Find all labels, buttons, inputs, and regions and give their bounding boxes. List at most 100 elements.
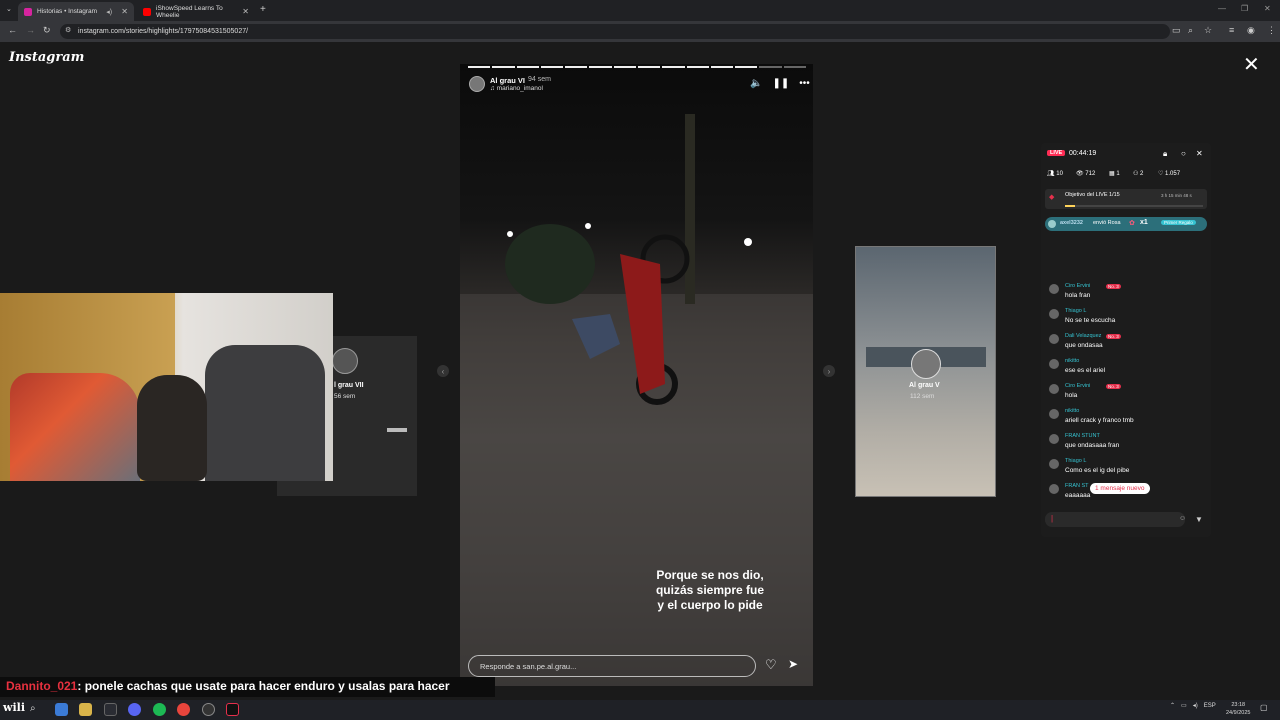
spotify-icon[interactable] bbox=[153, 703, 166, 716]
dirt-bike bbox=[10, 373, 140, 481]
tab-instagram[interactable]: Historias • Instagram ◂) ✕ bbox=[18, 2, 134, 21]
pause-icon[interactable]: ❚❚ bbox=[772, 78, 789, 89]
zoom-icon[interactable]: ⌕ bbox=[1188, 25, 1193, 36]
speaker-icon[interactable]: 🔈 bbox=[750, 78, 762, 89]
copilot-icon[interactable] bbox=[55, 703, 68, 716]
story-progress-segment bbox=[783, 66, 806, 68]
tab-youtube[interactable]: iShowSpeed Learns To Wheelie ✕ bbox=[137, 2, 255, 21]
story-progress-bars bbox=[468, 66, 806, 68]
shares-count: ⚇ 2 bbox=[1133, 171, 1144, 177]
close-tab-icon[interactable]: ✕ bbox=[242, 7, 249, 16]
cast-icon[interactable]: ▭ bbox=[1172, 25, 1181, 36]
settings-icon[interactable]: ○ bbox=[1181, 149, 1186, 158]
chat-avatar[interactable] bbox=[1049, 284, 1059, 294]
chat-username[interactable]: nikitto bbox=[1065, 358, 1079, 364]
story-author-avatar[interactable] bbox=[469, 76, 485, 92]
tiktok-live-panel: LIVE 00:44:19 🔒︎ ○ ✕ 👥︎ 10 👁︎ 712 ▦ 1 ⚇ … bbox=[1041, 143, 1211, 537]
chat-username[interactable]: FRAN ST bbox=[1065, 483, 1089, 489]
forward-icon[interactable]: → bbox=[26, 25, 35, 35]
extensions-icon[interactable]: ≡ bbox=[1229, 25, 1234, 35]
profile-icon[interactable]: ◉ bbox=[1247, 25, 1255, 36]
chat-username[interactable]: Thiago L bbox=[1065, 458, 1086, 464]
tray-chevron-icon[interactable]: ⌃ bbox=[1170, 702, 1175, 709]
story-username[interactable]: Al grau VI bbox=[490, 76, 525, 85]
menu-icon[interactable]: ⋮ bbox=[1267, 25, 1276, 36]
discord-icon[interactable] bbox=[128, 703, 141, 716]
chat-avatar[interactable] bbox=[1049, 409, 1059, 419]
chat-username[interactable]: FRAN STUNT bbox=[1065, 433, 1100, 439]
streamer-webcam bbox=[0, 293, 333, 481]
send-icon[interactable]: ➤ bbox=[788, 657, 798, 671]
restore-icon[interactable]: ❐ bbox=[1241, 4, 1248, 13]
back-icon[interactable]: ← bbox=[8, 25, 17, 35]
chat-message: hola fran bbox=[1065, 292, 1091, 299]
like-heart-icon[interactable]: ♡ bbox=[765, 657, 777, 673]
chrome-icon[interactable] bbox=[177, 703, 190, 716]
close-story-icon[interactable]: ✕ bbox=[1243, 52, 1260, 77]
window-close-icon[interactable]: ✕ bbox=[1264, 4, 1271, 13]
chat-username[interactable]: Thiago L bbox=[1065, 308, 1086, 314]
address-bar[interactable]: ⚙ instagram.com/stories/highlights/17975… bbox=[60, 24, 1170, 39]
story-avatar bbox=[332, 348, 358, 374]
stream-chat-overlay: Dannito_021: ponele cachas que usate par… bbox=[0, 677, 495, 697]
search-icon[interactable]: ⌕ bbox=[30, 703, 43, 716]
network-icon[interactable]: ▭ bbox=[1181, 702, 1187, 709]
chat-avatar[interactable] bbox=[1049, 384, 1059, 394]
url-text: instagram.com/stories/highlights/1797508… bbox=[78, 28, 249, 35]
tab-search-icon[interactable]: ⌄ bbox=[6, 5, 12, 13]
story-reply-input[interactable]: Responde a san.pe.al.grau... bbox=[468, 655, 756, 677]
volume-icon[interactable]: ◂) bbox=[1193, 702, 1198, 709]
chat-message: ariell crack y franco tmb bbox=[1065, 417, 1134, 424]
steam-icon[interactable] bbox=[202, 703, 215, 716]
chat-rank-badge: No. 3 bbox=[1106, 334, 1121, 339]
tiktok-icon[interactable] bbox=[226, 703, 239, 716]
minimize-icon[interactable]: — bbox=[1218, 4, 1226, 13]
story-music-credit[interactable]: ♫ mariano_imanol bbox=[490, 85, 543, 92]
live-chat-input[interactable]: | ☺ bbox=[1045, 512, 1186, 527]
notifications-icon[interactable]: ▢ bbox=[1260, 703, 1268, 712]
story-progress-segment bbox=[589, 66, 612, 68]
overlay-chat-message: : ponele cachas que usate para hacer end… bbox=[77, 679, 450, 693]
story-progress-segment bbox=[686, 66, 709, 68]
more-options-icon[interactable]: ••• bbox=[799, 78, 810, 89]
story-progress-segment bbox=[710, 66, 734, 68]
chat-username[interactable]: Ciro Ervini bbox=[1065, 383, 1090, 389]
emoji-icon[interactable]: ☺ bbox=[1179, 515, 1186, 522]
gaming-chair bbox=[205, 345, 325, 481]
chat-message: que ondasaa bbox=[1065, 342, 1103, 349]
bookmark-star-icon[interactable]: ☆ bbox=[1204, 25, 1212, 36]
start-logo-icon[interactable]: wili bbox=[3, 701, 25, 714]
chat-avatar[interactable] bbox=[1049, 434, 1059, 444]
chat-avatar[interactable] bbox=[1049, 359, 1059, 369]
keyboard-language[interactable]: ESP bbox=[1204, 703, 1216, 709]
chat-username[interactable]: nikitto bbox=[1065, 408, 1079, 414]
chat-avatar[interactable] bbox=[1049, 334, 1059, 344]
obs-icon[interactable] bbox=[104, 703, 117, 716]
chat-avatar[interactable] bbox=[1049, 459, 1059, 469]
chat-avatar[interactable] bbox=[1049, 484, 1059, 494]
gift-notification: axel3232 envió Rosa ✿ x1 Primer Regalo bbox=[1045, 217, 1207, 231]
views-count: 👁︎ 712 bbox=[1076, 171, 1096, 177]
chat-username[interactable]: Dali Velazquez bbox=[1065, 333, 1101, 339]
chat-username[interactable]: Ciro Ervini bbox=[1065, 283, 1090, 289]
filter-icon[interactable]: ▼ bbox=[1195, 515, 1203, 524]
instagram-logo[interactable]: Instagram bbox=[9, 50, 84, 65]
lock-icon[interactable]: 🔒︎ bbox=[1163, 149, 1167, 159]
likes-count: ♡ 1.057 bbox=[1158, 171, 1181, 177]
new-messages-pill[interactable]: 1 mensaje nuevo bbox=[1090, 483, 1150, 494]
browser-tab-bar: ⌄ Historias • Instagram ◂) ✕ iShowSpeed … bbox=[0, 0, 1280, 21]
live-badge: LIVE bbox=[1047, 150, 1066, 156]
street-light bbox=[744, 238, 752, 246]
story-progress-segment bbox=[662, 66, 685, 68]
next-story-preview[interactable] bbox=[855, 246, 996, 497]
previous-arrow-icon[interactable]: ‹ bbox=[437, 365, 449, 377]
reload-icon[interactable]: ↻ bbox=[43, 25, 51, 36]
file-explorer-icon[interactable] bbox=[79, 703, 92, 716]
next-arrow-icon[interactable]: › bbox=[823, 365, 835, 377]
close-panel-icon[interactable]: ✕ bbox=[1196, 149, 1203, 158]
new-tab-icon[interactable]: + bbox=[260, 4, 266, 15]
chat-avatar[interactable] bbox=[1049, 309, 1059, 319]
taskbar-clock[interactable]: 23:18 24/9/2025 bbox=[1226, 701, 1250, 717]
close-tab-icon[interactable]: ✕ bbox=[121, 7, 128, 16]
site-info-icon[interactable]: ⚙ bbox=[65, 26, 71, 34]
